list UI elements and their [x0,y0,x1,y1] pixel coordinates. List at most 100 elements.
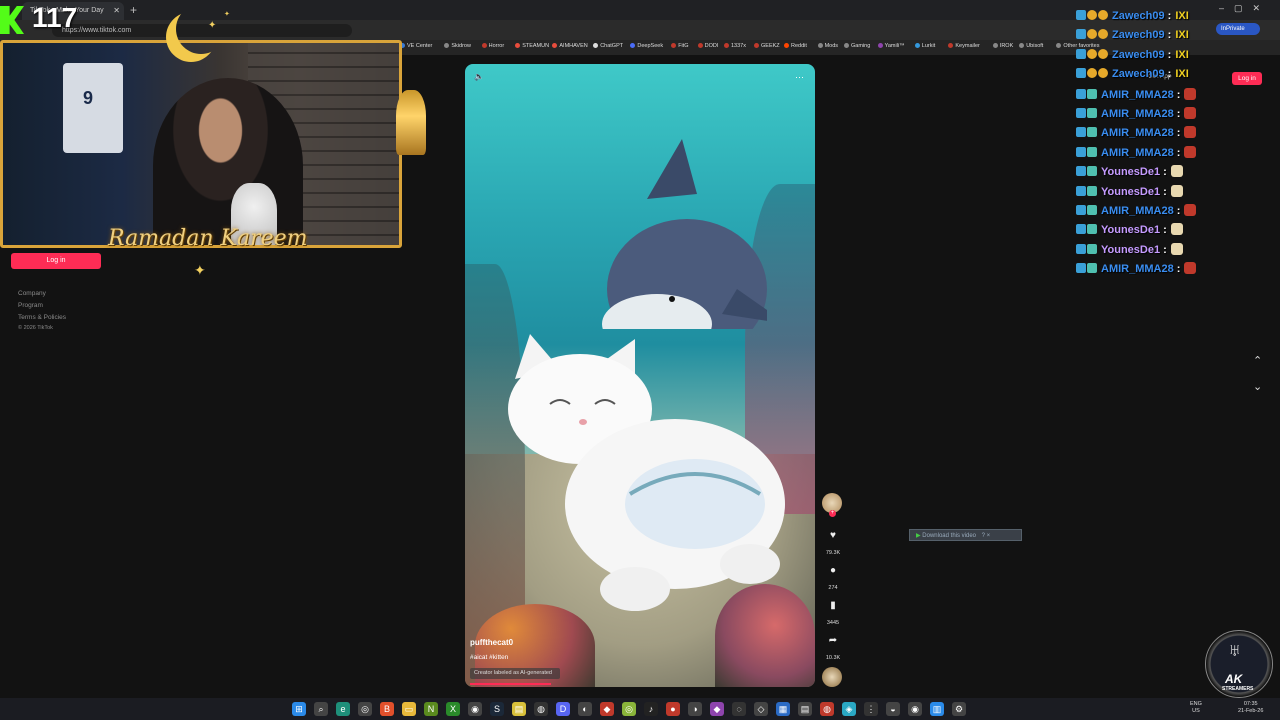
chat-message: Zawech09 : IXI [1076,10,1189,28]
edge-icon[interactable]: e [336,702,350,716]
more-options-icon[interactable]: ⋯ [795,72,804,83]
favorite-link[interactable]: Keymailer [948,43,980,49]
favorite-link[interactable]: ChatGPT [593,43,623,49]
favorite-link[interactable]: Gaming [844,43,870,49]
language-indicator[interactable]: ENG US [1190,701,1202,715]
video-progress-bar[interactable] [470,683,551,685]
xbox-icon[interactable]: X [446,702,460,716]
app11-icon[interactable]: ▤ [798,702,812,716]
brave-icon[interactable]: B [380,702,394,716]
comment-icon[interactable]: ● [826,565,840,576]
chat-badge-icon [1076,68,1086,79]
app13-icon[interactable]: ◈ [842,702,856,716]
chat-separator: : [1160,185,1167,198]
favorite-link[interactable]: Reddit [784,43,807,49]
heart-icon[interactable]: ♥ [826,530,840,541]
chat-separator: : [1160,243,1167,256]
new-tab-icon[interactable]: + [130,3,137,17]
favorite-link[interactable]: Mods [817,43,838,49]
notepad-icon[interactable]: ▥ [930,702,944,716]
download-video-bar[interactable]: ▶ Download this video ? × [909,529,1022,541]
window-controls[interactable]: –▢✕ [1219,3,1270,14]
video-tags[interactable]: #aicat #kitten [470,654,508,661]
app15-icon[interactable]: ◒ [886,702,900,716]
app16-icon[interactable]: ◉ [908,702,922,716]
favorite-label: VE Center [407,43,433,49]
share-icon[interactable]: ➦ [826,635,840,646]
previous-video-icon[interactable]: ⌃ [1253,354,1262,367]
chrome-icon[interactable]: ◎ [358,702,372,716]
app3-icon[interactable]: ◆ [600,702,614,716]
chat-badge-icon [1087,108,1097,118]
chat-message: AMIR_MMA28 : [1076,107,1197,125]
music-disc-icon[interactable] [822,667,842,687]
settings-icon[interactable]: ⚙ [952,702,966,716]
action-count: 3445 [826,620,840,626]
folder-icon[interactable]: ▤ [512,702,526,716]
streamer [153,78,303,245]
favorite-link[interactable]: DODI [697,43,718,49]
discord-icon[interactable]: D [556,702,570,716]
app12-icon[interactable]: ◍ [820,702,834,716]
download-close[interactable]: ? × [982,533,991,539]
video-player[interactable] [465,64,815,687]
top-login-button[interactable]: Log in [1232,72,1262,85]
chat-separator: : [1173,108,1181,120]
favorite-link[interactable]: GEEKZ [754,43,780,49]
chat-emote-icon [1184,145,1197,158]
chat-message: Zawech09 : IXI [1076,29,1189,47]
app6-icon[interactable]: ◑ [688,702,702,716]
favorite-label: Skidrow [451,43,471,49]
favorite-link[interactable]: FitG [671,43,689,49]
favorite-link[interactable]: Skidrow [444,43,471,49]
nvidia-icon[interactable]: N [424,702,438,716]
steam-icon[interactable]: S [490,702,504,716]
chat-badge-icon [1087,10,1097,20]
follow-plus-icon[interactable]: + [829,510,836,517]
favorite-link[interactable]: Yamili™ [877,43,905,49]
tab-close-icon[interactable]: ✕ [113,6,120,15]
app8-icon[interactable]: ◌ [732,702,746,716]
app14-icon[interactable]: ⋮ [864,702,878,716]
clock-date: 21-Feb-26 [1238,708,1264,714]
video-author[interactable]: puffthecat0 [470,638,513,647]
app10-icon[interactable]: ▦ [776,702,790,716]
next-video-icon[interactable]: ⌄ [1253,380,1262,393]
chat-separator: : [1173,205,1181,217]
app5-icon[interactable]: ● [666,702,680,716]
favorite-link[interactable]: STEAMUN [515,43,549,49]
chat-username: Zawech09 [1112,48,1165,61]
chat-emote-icon [1170,242,1183,255]
explorer-icon[interactable]: ▭ [402,702,416,716]
favorite-link[interactable]: Lurkit [914,43,935,49]
favorite-label: IROK [999,43,1014,49]
chat-badge-icon [1076,48,1086,59]
favorite-link[interactable]: Horror [481,43,504,49]
start-icon[interactable]: ⊞ [292,702,306,716]
favorite-link[interactable]: Ubisoft [1019,43,1043,49]
footer-company-link[interactable]: Company [18,290,46,297]
favorite-link[interactable]: AIMHAVEN [552,43,588,49]
clock[interactable]: 07:35 21-Feb-26 [1238,701,1263,715]
favorite-link[interactable]: 1337x [724,43,746,49]
tiktok-icon[interactable]: ♪ [644,702,658,716]
volume-icon[interactable]: 🔈 [474,72,484,81]
search-icon[interactable]: ⌕ [314,702,328,716]
app-icon[interactable]: ◉ [468,702,482,716]
app9-icon[interactable]: ◇ [754,702,768,716]
inprivate-badge[interactable]: InPrivate [1216,23,1260,35]
favorite-link[interactable]: IROK [992,43,1014,49]
chat-username: YounesDe1 [1101,166,1161,179]
bookmark-icon[interactable]: ▮ [826,600,840,611]
app7-icon[interactable]: ◆ [710,702,724,716]
footer-terms-link[interactable]: Terms & Policies [18,314,66,321]
obs-icon[interactable]: ◍ [534,702,548,716]
favorite-link[interactable]: DeepSeek [630,43,663,49]
chat-emote-icon [1184,107,1197,119]
footer-program-link[interactable]: Program [18,302,43,309]
favorite-link[interactable]: VE Center [400,43,432,49]
chat-message: AMIR_MMA28 : [1076,145,1197,164]
sidebar-login-button[interactable]: Log in [11,253,101,269]
app2-icon[interactable]: ◐ [578,702,592,716]
app4-icon[interactable]: ◎ [622,702,636,716]
